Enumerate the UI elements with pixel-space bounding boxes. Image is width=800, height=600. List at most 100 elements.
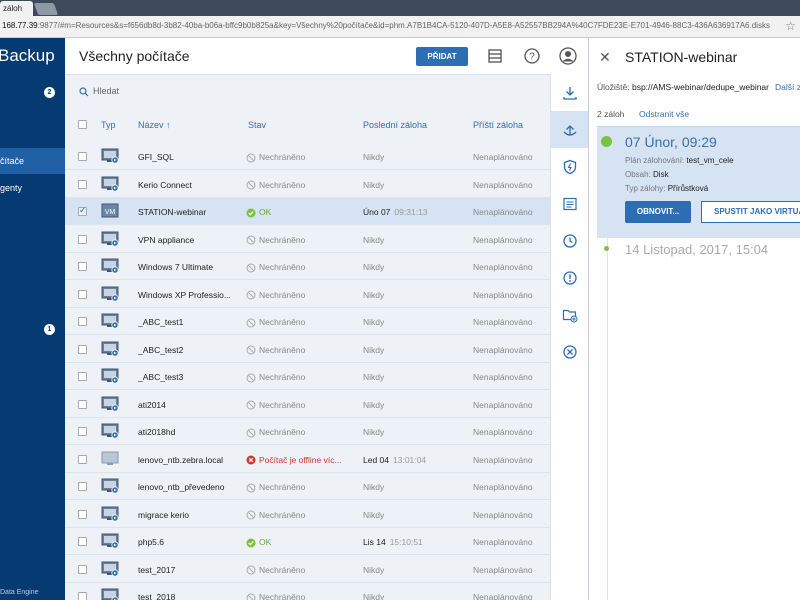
table-row[interactable]: test_2017 Nechráněno Nikdy Nenaplánováno — [65, 556, 550, 583]
backup-date[interactable]: 14 Listopad, 2017, 15:04 — [625, 242, 768, 257]
last-backup: Nikdy — [363, 372, 385, 382]
table-row[interactable]: Windows 7 Ultimate Nechráněno Nikdy Nenaplá… — [65, 253, 550, 280]
device-name[interactable]: migrace kerio — [138, 510, 230, 520]
table-row[interactable]: lenovo_ntb.zebra.local Počítač je offline… — [65, 446, 550, 473]
plans-badge[interactable]: 1 — [44, 324, 55, 335]
protect-shield-icon[interactable] — [551, 148, 588, 185]
sidebar-item-agents[interactable]: genty — [0, 175, 65, 201]
alerts-icon[interactable] — [551, 259, 588, 296]
table-row[interactable]: lenovo_ntb_převedeno Nechráněno Nikdy Nenap… — [65, 473, 550, 500]
next-backup: Nenaplánováno — [473, 344, 533, 355]
row-checkbox[interactable] — [78, 205, 87, 216]
account-icon[interactable] — [559, 47, 577, 65]
activities-clock-icon[interactable] — [551, 222, 588, 259]
last-backup: Nikdy — [363, 564, 385, 575]
table-row[interactable]: php5.6 OK Lis 14 15:10:51 Nenaplánováno — [65, 528, 550, 555]
recovery-icon[interactable] — [551, 111, 588, 148]
row-checkbox[interactable] — [78, 234, 87, 244]
column-type[interactable]: Typ — [101, 120, 116, 130]
device-name[interactable]: php5.6 — [138, 537, 230, 547]
row-checkbox[interactable] — [78, 262, 87, 271]
next-backup: Nenaplánováno — [473, 592, 533, 600]
row-checkbox[interactable] — [78, 427, 87, 436]
computer-icon — [101, 176, 119, 192]
table-row[interactable]: VPN appliance Nechráněno Nikdy Nenaplánován… — [65, 226, 550, 253]
row-checkbox[interactable] — [78, 317, 87, 326]
column-name[interactable]: Název ↑ — [138, 120, 171, 130]
layout-icon[interactable] — [486, 47, 504, 65]
row-checkbox[interactable] — [78, 564, 87, 574]
device-name[interactable]: lenovo_ntb.zebra.local — [138, 455, 230, 465]
search-field[interactable]: Hledat — [79, 86, 119, 97]
row-checkbox[interactable] — [78, 289, 87, 299]
device-status: Nechráněno — [246, 345, 346, 356]
table-row[interactable]: GFI_SQL Nechráněno Nikdy Nenaplánováno — [65, 143, 550, 170]
table-row[interactable]: _ABC_test1 Nechráněno Nikdy Nenaplánováno — [65, 308, 550, 335]
row-checkbox[interactable] — [78, 344, 87, 354]
address-bar[interactable]: 168.77.39:9877/#m=Resources&s=f656db8d-3… — [0, 16, 800, 38]
device-name[interactable]: _ABC_test2 — [138, 345, 230, 355]
computer-icon — [101, 561, 119, 577]
device-name[interactable]: VPN appliance — [138, 235, 230, 245]
table-row[interactable]: migrace kerio Nechráněno Nikdy Nenaplánován… — [65, 501, 550, 528]
table-row[interactable]: ati2014 Nechráněno Nikdy Nenaplánováno — [65, 391, 550, 418]
sidebar: Backup 2 čítače genty 1 Data Engine — [0, 38, 65, 600]
add-button[interactable]: PŘIDAT — [416, 47, 468, 66]
device-name[interactable]: test_2017 — [138, 565, 230, 575]
row-checkbox[interactable] — [78, 399, 87, 409]
table-row[interactable]: test_2018 Nechráněno Nikdy Nenaplánováno — [65, 583, 550, 600]
device-name[interactable]: test_2018 — [138, 592, 230, 600]
delete-icon[interactable] — [551, 333, 588, 370]
row-checkbox[interactable] — [78, 592, 87, 600]
device-name[interactable]: Windows XP Professio... — [138, 290, 230, 300]
more-link[interactable]: Další z — [775, 82, 800, 92]
table-row[interactable]: _ABC_test3 Nechráněno Nikdy Nenaplánováno — [65, 363, 550, 390]
table-row[interactable]: ati2018hd Nechráněno Nikdy Nenaplánováno — [65, 418, 550, 445]
row-checkbox[interactable] — [78, 152, 87, 161]
row-checkbox[interactable] — [78, 454, 87, 464]
device-name[interactable]: _ABC_test3 — [138, 372, 230, 382]
details-icon[interactable] — [551, 185, 588, 222]
row-checkbox[interactable] — [78, 509, 87, 519]
device-name[interactable]: STATION-webinar — [138, 207, 230, 217]
table-row[interactable]: Kerio Connect Nechráněno Nikdy Nenaplánován… — [65, 171, 550, 198]
device-name[interactable]: GFI_SQL — [138, 152, 230, 162]
device-status: Nechráněno — [246, 372, 346, 383]
row-checkbox[interactable] — [78, 179, 87, 189]
device-name[interactable]: Kerio Connect — [138, 180, 230, 190]
run-as-vm-button[interactable]: SPUSTIT JAKO VIRTUÁL — [701, 201, 800, 223]
url-text[interactable]: 168.77.39:9877/#m=Resources&s=f656db8d-3… — [2, 21, 782, 30]
last-backup: Nikdy — [363, 317, 385, 327]
device-name[interactable]: lenovo_ntb_převedeno — [138, 482, 230, 492]
column-status[interactable]: Stav — [248, 120, 266, 130]
table-row[interactable]: Windows XP Professio... Nechráněno Nikdy Ne… — [65, 281, 550, 308]
row-checkbox[interactable] — [78, 372, 87, 381]
row-checkbox[interactable] — [78, 482, 87, 491]
help-icon[interactable]: ? — [523, 47, 541, 65]
restore-button[interactable]: OBNOVIT... — [625, 201, 691, 223]
download-icon[interactable] — [551, 74, 588, 111]
device-name[interactable]: ati2014 — [138, 400, 230, 410]
last-backup: Nikdy — [363, 482, 385, 492]
column-next-backup[interactable]: Příští záloha — [473, 120, 523, 130]
close-icon[interactable]: ✕ — [599, 49, 611, 66]
browser-tab[interactable]: záloh — [0, 1, 33, 16]
table-row[interactable]: _ABC_test2 Nechráněno Nikdy Nenaplánováno — [65, 336, 550, 363]
sidebar-item-devices[interactable]: čítače — [0, 148, 65, 174]
new-tab-button[interactable] — [33, 3, 59, 15]
select-all-checkbox[interactable] — [78, 120, 87, 129]
device-status: OK — [246, 207, 346, 218]
add-to-group-icon[interactable] — [551, 296, 588, 333]
last-backup: Úno 07 09:31:13 — [363, 207, 428, 217]
table-row[interactable]: VM STATION-webinar OK Úno 0709:31:13 Nenaplá… — [65, 198, 550, 225]
remove-all-link[interactable]: Odstranit vše — [639, 109, 689, 119]
device-name[interactable]: Windows 7 Ultimate — [138, 262, 230, 272]
bookmark-star-icon[interactable]: ☆ — [785, 19, 796, 33]
alert-badge[interactable]: 2 — [44, 87, 55, 98]
row-checkbox[interactable] — [78, 537, 87, 546]
device-name[interactable]: ati2018hd — [138, 427, 230, 437]
backup-count: 2 záloh — [597, 109, 625, 119]
column-last-backup[interactable]: Poslední záloha — [363, 120, 427, 130]
next-backup: Nenaplánováno — [473, 262, 533, 272]
device-name[interactable]: _ABC_test1 — [138, 317, 230, 327]
